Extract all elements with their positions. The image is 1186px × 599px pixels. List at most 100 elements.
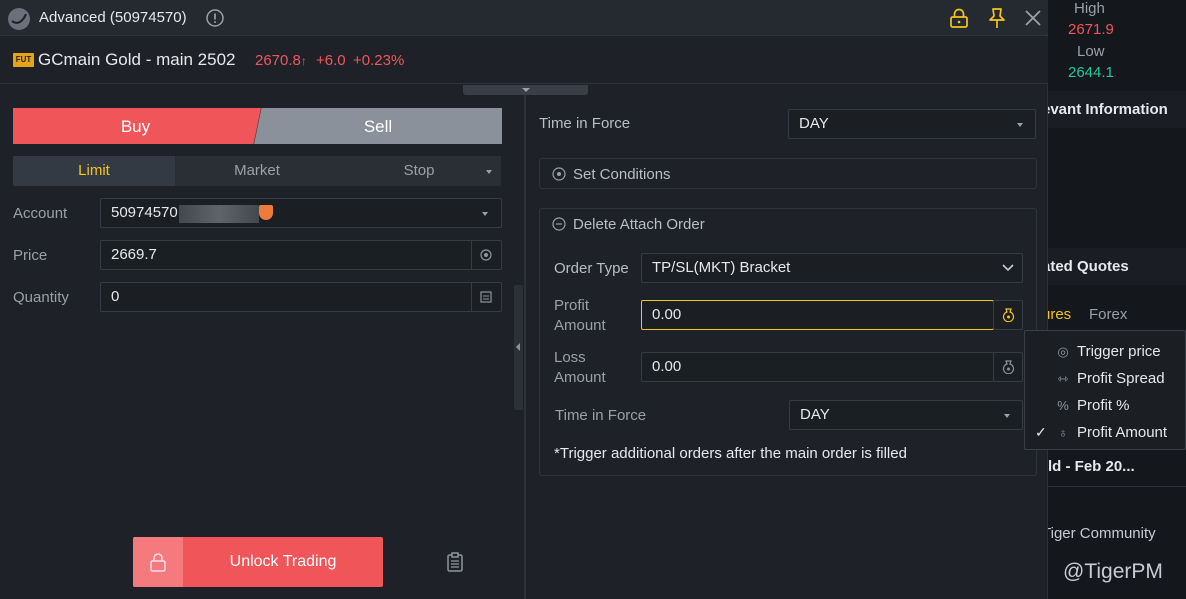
quantity-label: Quantity [13, 289, 69, 306]
tab-forex[interactable]: Forex [1089, 306, 1127, 323]
unlock-lock-box [133, 537, 183, 587]
menu-item-label: Profit % [1077, 397, 1130, 414]
menu-item-profit-amount[interactable]: ✓ ♁ Profit Amount [1026, 419, 1186, 446]
target-icon[interactable] [480, 249, 492, 261]
tif-value: DAY [799, 115, 829, 132]
unlock-trading-button[interactable]: Unlock Trading [133, 537, 383, 587]
order-type-select[interactable]: TP/SL(MKT) Bracket [641, 253, 1023, 283]
tab-stop-label: Stop [403, 162, 435, 179]
profit-amount-icon [1002, 308, 1015, 322]
background-panel: High 2671.9 Low 2644.1 evant Information… [994, 0, 1186, 599]
loss-mode-button[interactable] [993, 352, 1023, 382]
chevron-down-icon [1004, 414, 1010, 418]
app-logo-icon [8, 8, 30, 30]
quantity-input[interactable]: 0 [100, 282, 502, 312]
tif2-value: DAY [800, 406, 830, 423]
up-arrow-icon: ↑ [300, 54, 307, 68]
close-icon[interactable] [1024, 9, 1042, 27]
tab-market-label: Market [234, 162, 280, 179]
attach-note: *Trigger additional orders after the mai… [554, 445, 907, 462]
related-quotes-title: ated Quotes [1042, 258, 1129, 275]
minus-circle-icon[interactable] [552, 217, 566, 231]
tab-stop[interactable]: Stop [338, 156, 500, 186]
buy-label: Buy [120, 117, 151, 136]
pin-icon[interactable] [987, 7, 1007, 29]
percent-icon: % [1057, 398, 1069, 413]
profit-amount-value: 0.00 [652, 306, 682, 323]
loss-amount-label-line2: Amount [554, 369, 606, 386]
advanced-order-dialog: Advanced (50974570) FUT GCmain Gold - ma… [0, 0, 1048, 599]
chevron-down-icon [1002, 264, 1014, 272]
profit-spread-icon: ⇿ [1057, 371, 1069, 386]
price-change: +6.0 [316, 52, 346, 69]
tab-limit-label: Limit [78, 162, 110, 179]
tab-limit[interactable]: Limit [13, 156, 175, 186]
fut-badge: FUT [13, 53, 34, 67]
divider [1048, 486, 1186, 487]
set-conditions-section[interactable]: Set Conditions [539, 158, 1037, 189]
chevron-down-icon [482, 212, 488, 216]
price-label: Price [13, 247, 48, 264]
quantity-divider [471, 283, 472, 311]
tab-market[interactable]: Market [176, 156, 338, 186]
chevron-left-icon [516, 343, 520, 351]
set-conditions-label: Set Conditions [573, 166, 671, 183]
chevron-down-icon [486, 170, 492, 174]
menu-item-label: Profit Spread [1077, 370, 1165, 387]
menu-item-profit-spread[interactable]: ⇿ Profit Spread [1026, 365, 1186, 392]
quantity-value: 0 [111, 288, 120, 305]
panel-splitter[interactable] [524, 95, 526, 599]
account-select[interactable]: 50974570 [100, 198, 502, 228]
tif2-select[interactable]: DAY [789, 400, 1023, 430]
unlock-label: Unlock Trading [229, 553, 337, 570]
high-value: 2671.9 [1068, 21, 1114, 38]
community-label: Tiger Community [1042, 525, 1156, 542]
tif-select[interactable]: DAY [788, 109, 1036, 139]
loss-amount-icon [1002, 360, 1015, 374]
quote-list-item[interactable]: ld - Feb 20... [1048, 458, 1135, 475]
symbol-name[interactable]: GCmain Gold - main 2502 [38, 50, 235, 70]
price-divider [471, 241, 472, 269]
buy-button[interactable]: Buy [13, 108, 261, 144]
watermark-handle: @TigerPM [1063, 560, 1163, 583]
menu-item-trigger-price[interactable]: ◎ Trigger price [1026, 338, 1186, 365]
check-icon: ✓ [1035, 424, 1047, 440]
shield-icon [259, 205, 273, 220]
scrollbar[interactable] [514, 285, 523, 410]
order-type-label: Order Type [554, 260, 629, 277]
info-circle-icon[interactable] [206, 9, 224, 27]
profit-amount-label-line2: Amount [554, 317, 606, 334]
chevron-down-icon [1017, 123, 1023, 127]
account-mask [179, 205, 259, 223]
account-value: 50974570 [111, 204, 178, 221]
lock-icon [150, 553, 166, 572]
symbol-bar: FUT GCmain Gold - main 2502 2670.8↑ +6.0… [0, 37, 1048, 84]
price-change-pct: +0.23% [353, 52, 405, 69]
profit-amount-icon: ♁ [1058, 425, 1068, 440]
sell-label: Sell [363, 117, 393, 136]
menu-item-label: Profit Amount [1077, 424, 1168, 441]
chevron-down-icon [522, 88, 530, 92]
delete-attach-order-label[interactable]: Delete Attach Order [573, 216, 705, 233]
clipboard-icon[interactable] [446, 552, 464, 572]
last-price-value: 2670.8 [255, 52, 301, 69]
high-label: High [1074, 0, 1105, 17]
collapse-handle[interactable] [463, 85, 588, 95]
sell-button[interactable]: Sell [254, 108, 502, 144]
account-label: Account [13, 205, 68, 222]
loss-amount-label-line1: Loss [554, 349, 586, 366]
menu-item-profit-percent[interactable]: % Profit % [1026, 392, 1186, 419]
lock-icon[interactable] [949, 8, 969, 28]
related-quotes-header: ated Quotes [1042, 248, 1186, 285]
stack-icon[interactable] [480, 291, 492, 303]
loss-amount-input[interactable]: 0.00 [641, 352, 994, 382]
relevant-info-header: evant Information [1042, 91, 1186, 128]
tif2-label: Time in Force [555, 407, 647, 424]
price-input[interactable]: 2669.7 [100, 240, 502, 270]
title-bar: Advanced (50974570) [0, 0, 1048, 36]
profit-amount-label-line1: Profit [554, 297, 590, 314]
low-value: 2644.1 [1068, 64, 1114, 81]
profit-amount-input[interactable]: 0.00 [641, 300, 994, 330]
profit-mode-button[interactable] [993, 300, 1023, 330]
window-title: Advanced (50974570) [39, 9, 187, 26]
